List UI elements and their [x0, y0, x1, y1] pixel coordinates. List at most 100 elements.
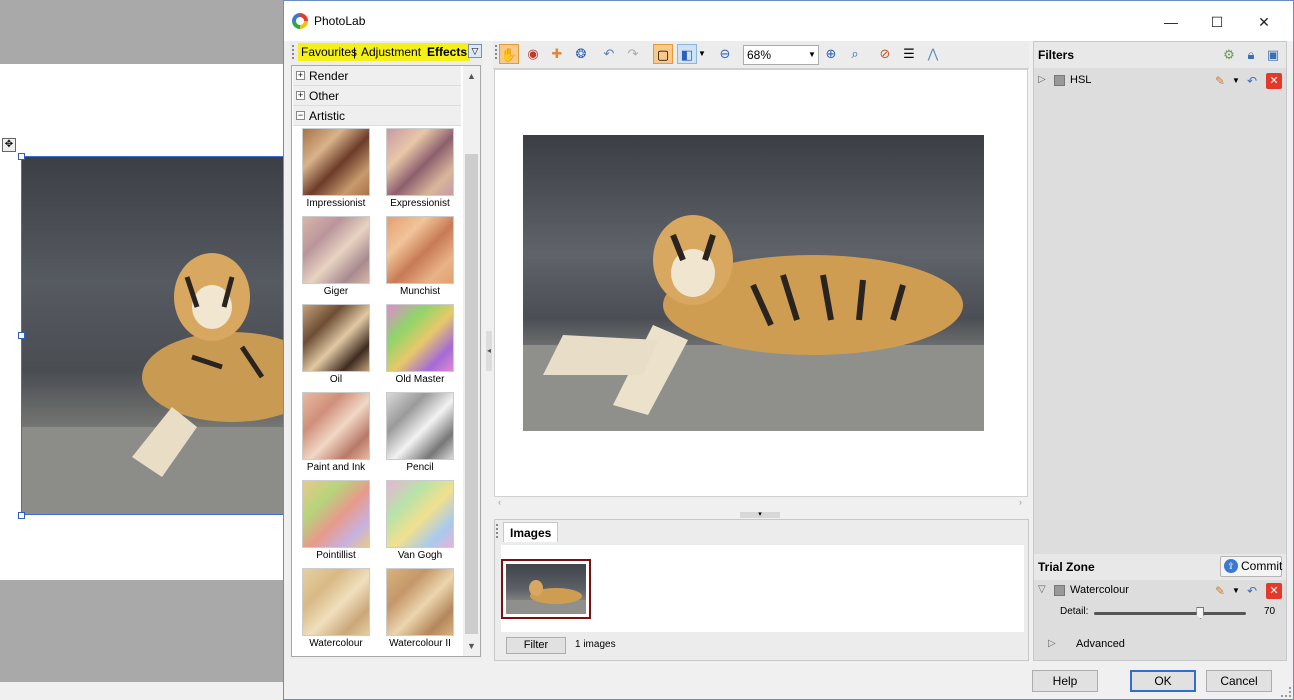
move-handle-icon[interactable]: ✥: [2, 138, 16, 152]
effect-preview-image[interactable]: [302, 128, 370, 196]
effect-thumbnail[interactable]: Old Master: [380, 304, 460, 390]
scroll-down-icon[interactable]: ▼: [463, 638, 480, 655]
remove-filter-icon[interactable]: ✕: [1266, 583, 1282, 599]
background-photo-tiger[interactable]: [21, 156, 284, 515]
effect-thumbnail[interactable]: Pointillist: [296, 480, 376, 566]
ok-button[interactable]: OK: [1130, 670, 1196, 692]
help-button[interactable]: Help: [1032, 670, 1098, 692]
effect-preview-image[interactable]: [302, 304, 370, 372]
images-panel-grip[interactable]: [496, 524, 498, 538]
zoom-level-select[interactable]: 68% ▼: [743, 45, 819, 65]
filter-button[interactable]: Filter: [506, 637, 566, 654]
category-artistic[interactable]: − Artistic: [293, 106, 461, 126]
tab-effects[interactable]: Effects: [424, 43, 471, 61]
preview-horizontal-scrollbar[interactable]: ‹ ›: [494, 497, 1028, 511]
detail-slider-thumb[interactable]: [1196, 607, 1205, 619]
expand-arrow-icon[interactable]: ▷: [1048, 638, 1056, 649]
scroll-up-icon[interactable]: ▲: [463, 68, 480, 85]
effect-preview-image[interactable]: [386, 216, 454, 284]
chevron-down-icon[interactable]: ▼: [1228, 73, 1244, 89]
effect-preview-image[interactable]: [302, 480, 370, 548]
gear-icon[interactable]: ⚙: [1220, 46, 1238, 64]
effect-preview-image[interactable]: [386, 480, 454, 548]
tab-menu-chevron-icon[interactable]: ▽: [468, 44, 482, 58]
effect-thumbnail[interactable]: Watercolour II: [380, 568, 460, 654]
undo-icon[interactable]: ↶: [1244, 583, 1260, 599]
histogram-icon[interactable]: ⋀: [923, 44, 943, 64]
crop-frame-icon[interactable]: ▢: [653, 44, 673, 64]
undo-icon[interactable]: ↶: [599, 44, 619, 64]
brush-icon[interactable]: ✎: [1212, 583, 1228, 599]
effect-preview-image[interactable]: [386, 568, 454, 636]
category-render[interactable]: + Render: [293, 66, 461, 86]
left-splitter-handle[interactable]: ◂: [486, 331, 492, 371]
bandage-icon[interactable]: ✚: [547, 44, 567, 64]
effect-thumbnail[interactable]: Munchist: [380, 216, 460, 302]
chevron-down-icon[interactable]: ▼: [806, 46, 818, 64]
trial-filter-row-watercolour[interactable]: ▽ Watercolour ✎ ▼ ↶ ✕: [1034, 580, 1286, 602]
effect-preview-image[interactable]: [302, 392, 370, 460]
undo-icon[interactable]: ↶: [1244, 73, 1260, 89]
effect-preview-image[interactable]: [386, 128, 454, 196]
minimize-button[interactable]: —: [1148, 9, 1194, 35]
dropdown-icon[interactable]: ▼: [697, 44, 707, 64]
expand-arrow-icon[interactable]: ▷: [1038, 74, 1046, 85]
filter-enable-checkbox[interactable]: [1054, 75, 1065, 86]
preview-image-tiger[interactable]: [523, 135, 984, 431]
scroll-left-icon[interactable]: ‹: [498, 497, 501, 507]
collapse-arrow-icon[interactable]: ▽: [1038, 584, 1046, 595]
resize-handle-top-left[interactable]: [18, 153, 25, 160]
effect-thumbnail[interactable]: Oil: [296, 304, 376, 390]
color-pick-icon[interactable]: ⊘: [875, 44, 895, 64]
effect-thumbnail[interactable]: Van Gogh: [380, 480, 460, 566]
effect-thumbnail[interactable]: Paint and Ink: [296, 392, 376, 478]
brush-icon[interactable]: ✎: [1212, 73, 1228, 89]
zoom-fit-icon[interactable]: ⌕: [845, 44, 865, 64]
lock-icon[interactable]: 🔒︎: [1242, 46, 1260, 64]
chevron-down-icon[interactable]: ▼: [1228, 583, 1244, 599]
redo-icon[interactable]: ↷: [623, 44, 643, 64]
resize-grip-icon[interactable]: [1281, 687, 1291, 697]
tab-adjustment[interactable]: Adjustment: [358, 43, 425, 61]
expand-plus-icon[interactable]: +: [296, 91, 305, 100]
detail-slider[interactable]: [1094, 607, 1246, 619]
effect-preview-image[interactable]: [386, 392, 454, 460]
advanced-row[interactable]: ▷ Advanced: [1034, 634, 1286, 656]
effect-thumbnail[interactable]: Watercolour: [296, 568, 376, 654]
tab-favourites[interactable]: Favourites: [298, 43, 361, 61]
scroll-right-icon[interactable]: ›: [1019, 497, 1022, 507]
effect-thumbnail[interactable]: Giger: [296, 216, 376, 302]
effect-thumbnail[interactable]: Impressionist: [296, 128, 376, 214]
zoom-in-icon[interactable]: ⊕: [821, 44, 841, 64]
resize-handle-left[interactable]: [18, 332, 25, 339]
effect-thumbnail[interactable]: Expressionist: [380, 128, 460, 214]
resize-handle-bottom-left[interactable]: [18, 512, 25, 519]
bottom-splitter-handle[interactable]: ▾: [740, 511, 780, 518]
effect-preview-image[interactable]: [386, 304, 454, 372]
effect-preview-image[interactable]: [302, 568, 370, 636]
effects-scrollbar[interactable]: ▲ ▼: [463, 66, 480, 656]
toolbar-grip[interactable]: [495, 45, 497, 59]
remove-filter-icon[interactable]: ✕: [1266, 73, 1282, 89]
close-button[interactable]: ✕: [1241, 9, 1287, 35]
levels-icon[interactable]: ☰: [899, 44, 919, 64]
filter-row-hsl[interactable]: ▷ HSL ✎ ▼ ↶ ✕: [1034, 70, 1286, 92]
effect-preview-image[interactable]: [302, 216, 370, 284]
collapse-minus-icon[interactable]: −: [296, 111, 305, 120]
category-other[interactable]: + Other: [293, 86, 461, 106]
zoom-out-icon[interactable]: ⊖: [715, 44, 735, 64]
effect-thumbnail[interactable]: Pencil: [380, 392, 460, 478]
scroll-thumb[interactable]: [465, 154, 478, 634]
panel-grip[interactable]: [292, 45, 294, 59]
hand-icon[interactable]: ✋: [499, 44, 519, 64]
cancel-button[interactable]: Cancel: [1206, 670, 1272, 692]
selected-image-thumbnail[interactable]: [501, 559, 591, 619]
trial-filter-checkbox[interactable]: [1054, 585, 1065, 596]
commit-button[interactable]: ⇪ Commit: [1220, 556, 1282, 577]
save-icon[interactable]: ▣: [1264, 46, 1282, 64]
image-preview-area[interactable]: [494, 69, 1028, 497]
images-panel-title[interactable]: Images: [503, 522, 559, 542]
clone-icon[interactable]: ❂: [571, 44, 591, 64]
red-eye-icon[interactable]: ◉: [523, 44, 543, 64]
expand-plus-icon[interactable]: +: [296, 71, 305, 80]
